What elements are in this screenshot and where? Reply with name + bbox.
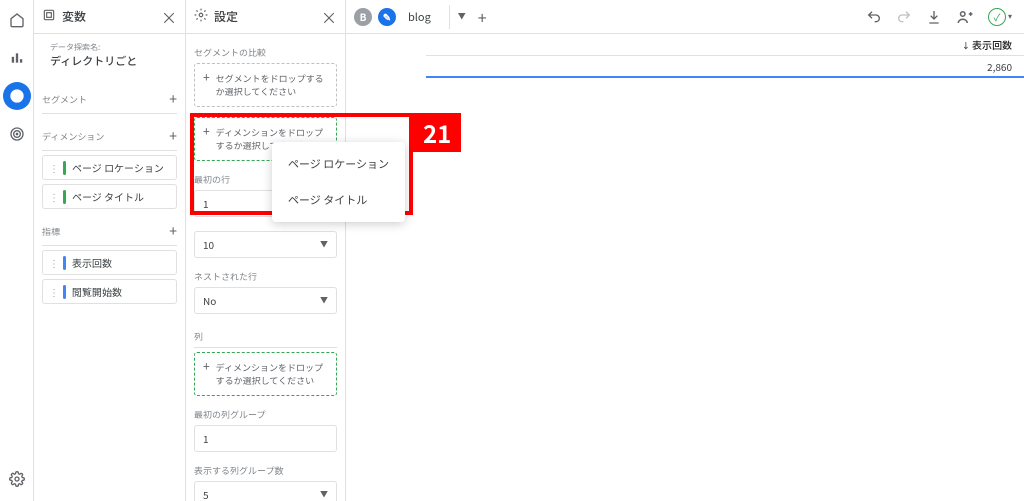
main-area: B ✎ blog ▼ + ✓▾ ↓表示回数 2,860: [346, 0, 1024, 501]
target-icon[interactable]: [3, 120, 31, 148]
exploration-name-label: データ探索名:: [50, 42, 169, 53]
first-colgroup-input[interactable]: 1: [194, 425, 337, 452]
settings-title: 設定: [214, 8, 315, 25]
chevron-down-icon: ▼: [320, 489, 328, 500]
sort-arrow-icon: ↓: [962, 41, 970, 52]
metric-chip[interactable]: ⋮⋮表示回数: [42, 250, 177, 275]
canvas: ↓表示回数 2,860: [346, 34, 1024, 501]
settings-gear-icon[interactable]: [3, 465, 31, 493]
column-dimension-dropzone[interactable]: +ディメンションをドロップするか選択してください: [194, 352, 337, 396]
dimension-picker-menu: ページ ロケーション ページ タイトル: [272, 142, 405, 222]
dropzone-text: ディメンションをドロップするか選択してください: [216, 361, 328, 387]
add-tab-button[interactable]: +: [478, 5, 487, 29]
settings-panel: 設定 × セグメントの比較 +セグメントをドロップするか選択してください +ディ…: [186, 0, 346, 501]
chip-label: ページ タイトル: [72, 189, 144, 204]
redo-icon[interactable]: [892, 9, 916, 25]
first-colgroup-label: 最初の列グループ: [194, 408, 265, 421]
annotation-number: 21: [413, 113, 461, 152]
add-segment-button[interactable]: +: [169, 89, 177, 109]
add-metric-button[interactable]: +: [169, 221, 177, 241]
table-header: ↓表示回数: [426, 34, 1024, 56]
chevron-down-icon: ▼: [320, 239, 328, 250]
dimension-chip[interactable]: ⋮⋮ページ タイトル: [42, 184, 177, 209]
explore-icon[interactable]: [3, 82, 31, 110]
colgroups-shown-label: 表示する列グループ数: [194, 464, 283, 477]
first-row-label: 最初の行: [194, 173, 230, 186]
edit-icon[interactable]: ✎: [378, 8, 396, 26]
tab-bar: B ✎ blog ▼ + ✓▾: [346, 0, 1024, 34]
segments-label: セグメント: [42, 93, 87, 106]
table-row: 2,860: [426, 56, 1024, 78]
home-icon[interactable]: [3, 6, 31, 34]
metric-chip[interactable]: ⋮⋮閲覧開始数: [42, 279, 177, 304]
colgroups-shown-select[interactable]: 5▼: [194, 481, 337, 501]
chevron-down-icon[interactable]: ▼: [458, 11, 472, 22]
exploration-name[interactable]: ディレクトリごと: [50, 53, 169, 69]
chevron-down-icon: ▼: [320, 295, 328, 306]
step-badge: B: [354, 8, 372, 26]
chip-label: ページ ロケーション: [72, 160, 164, 175]
chip-label: 閲覧開始数: [72, 284, 122, 299]
undo-icon[interactable]: [862, 9, 886, 25]
segment-compare-label: セグメントの比較: [194, 46, 266, 59]
columns-label: 列: [194, 330, 203, 343]
close-icon[interactable]: ×: [161, 5, 177, 29]
dimensions-label: ディメンション: [42, 130, 104, 143]
metric-header[interactable]: ↓表示回数: [426, 37, 1024, 52]
menu-item-page-title[interactable]: ページ タイトル: [272, 182, 405, 218]
menu-item-page-location[interactable]: ページ ロケーション: [272, 146, 405, 182]
status-ok-icon[interactable]: ✓▾: [984, 8, 1016, 26]
variables-title: 変数: [62, 8, 155, 25]
variables-panel: 変数 × データ探索名: ディレクトリごと セグメント + ディメンション + …: [34, 0, 186, 501]
dropzone-text: セグメントをドロップするか選択してください: [216, 72, 328, 98]
metric-value: 2,860: [426, 59, 1024, 74]
rows-per-page-select[interactable]: 10▼: [194, 231, 337, 258]
dimension-chip[interactable]: ⋮⋮ページ ロケーション: [42, 155, 177, 180]
nested-rows-select[interactable]: No▼: [194, 287, 337, 314]
share-icon[interactable]: [952, 8, 978, 26]
reports-icon[interactable]: [3, 44, 31, 72]
close-icon[interactable]: ×: [321, 5, 337, 29]
download-icon[interactable]: [922, 9, 946, 25]
nav-rail: [0, 0, 34, 501]
metrics-label: 指標: [42, 225, 60, 238]
segment-dropzone[interactable]: +セグメントをドロップするか選択してください: [194, 63, 337, 107]
panel-icon: [42, 8, 56, 25]
tab-name[interactable]: blog: [402, 5, 450, 29]
add-dimension-button[interactable]: +: [169, 126, 177, 146]
chip-label: 表示回数: [72, 255, 112, 270]
nested-rows-label: ネストされた行: [194, 270, 257, 283]
gear-icon: [194, 8, 208, 25]
